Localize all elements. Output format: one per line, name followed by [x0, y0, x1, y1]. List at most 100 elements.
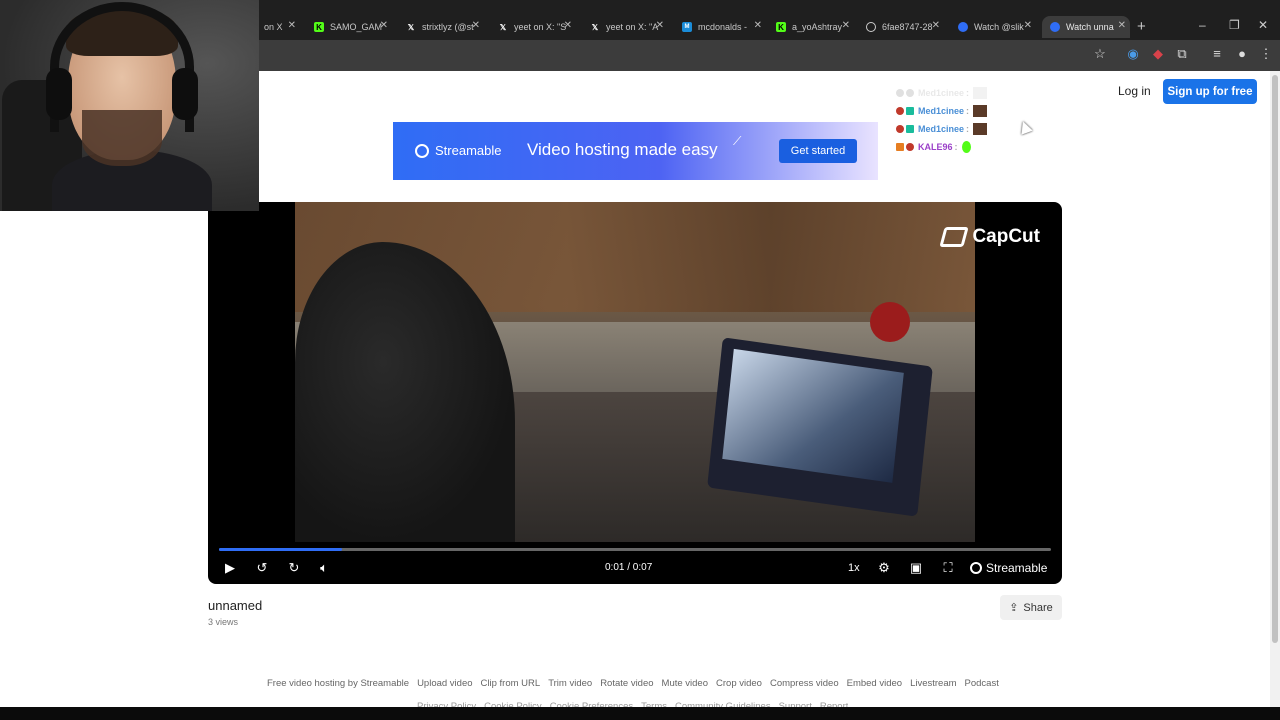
bookmark-star-icon[interactable]: ☆ — [1092, 46, 1108, 62]
video-scene-laptop — [707, 337, 933, 517]
video-frame[interactable] — [295, 202, 975, 542]
close-tab-icon[interactable]: ✕ — [842, 20, 850, 31]
footer-link[interactable]: Compress video — [770, 678, 839, 689]
sparkle-icon: ⟋ — [733, 134, 742, 148]
footer-link[interactable]: Upload video — [417, 678, 472, 689]
badge-icon — [906, 143, 914, 151]
signup-button[interactable]: Sign up for free — [1163, 79, 1257, 104]
footer-link[interactable]: Podcast — [965, 678, 999, 689]
chat-username: Med1cinee — [918, 124, 965, 134]
extension-icon[interactable]: ◆ — [1150, 46, 1166, 62]
picture-in-picture-icon[interactable]: ▣ — [908, 559, 924, 577]
profile-avatar-icon[interactable]: ● — [1234, 46, 1250, 62]
footer-link[interactable]: Embed video — [847, 678, 902, 689]
scrollbar-thumb[interactable] — [1272, 75, 1278, 643]
footer-link[interactable]: Mute video — [662, 678, 708, 689]
footer-link[interactable]: Trim video — [548, 678, 592, 689]
footer-link[interactable]: Livestream — [910, 678, 956, 689]
new-tab-button[interactable]: + — [1137, 18, 1146, 35]
video-title: unnamed — [208, 598, 263, 613]
capcut-label: CapCut — [972, 226, 1040, 247]
chat-separator: : — [966, 106, 970, 116]
browser-tab[interactable]: K a_yoAshtray ✕ — [768, 16, 854, 38]
login-link[interactable]: Log in — [1118, 84, 1151, 98]
browser-tab[interactable]: 6fae8747-28 ✕ — [858, 16, 944, 38]
footer-links: Free video hosting by Streamable Upload … — [267, 678, 999, 689]
emote-icon — [961, 141, 971, 153]
restore-button[interactable]: ❐ — [1229, 18, 1240, 32]
streamable-logo-icon — [970, 562, 982, 574]
media-control-icon[interactable]: ≡ — [1209, 46, 1225, 62]
browser-tab[interactable]: M mcdonalds - ✕ — [674, 16, 766, 38]
forward-icon[interactable]: ↻ — [286, 559, 302, 577]
emote-icon — [973, 123, 988, 135]
close-tab-icon[interactable]: ✕ — [564, 20, 572, 31]
headset-earcup-right — [172, 68, 198, 120]
tab-label: yeet on X: "A — [606, 22, 659, 32]
volume-icon[interactable]: 🔈︎ — [316, 559, 332, 577]
emote-icon — [973, 105, 988, 117]
close-tab-icon[interactable]: ✕ — [380, 20, 388, 31]
chat-message: Med1cinee : — [896, 102, 1006, 120]
x-icon: 𝕏 — [591, 22, 599, 32]
rewind-icon[interactable]: ↺ — [254, 559, 270, 577]
footer-link[interactable]: Crop video — [716, 678, 762, 689]
time-display: 0:01 / 0:07 — [605, 562, 653, 573]
browser-tab[interactable]: 𝕏 yeet on X: "A ✕ — [582, 16, 668, 38]
minimize-button[interactable]: – — [1199, 18, 1206, 32]
video-scene-kettle — [870, 302, 910, 342]
close-tab-icon[interactable]: ✕ — [288, 20, 296, 31]
play-icon[interactable]: ▶ — [222, 559, 238, 577]
close-window-button[interactable]: ✕ — [1258, 18, 1268, 32]
browser-tab[interactable]: 𝕏 yeet on X: "S ✕ — [490, 16, 576, 38]
chat-message: Med1cinee : — [896, 84, 1006, 102]
chat-message: KALE96 : — [896, 138, 1006, 156]
browser-tab[interactable]: on X ✕ — [256, 16, 300, 38]
close-tab-icon[interactable]: ✕ — [932, 20, 940, 31]
chat-username: Med1cinee — [918, 106, 965, 116]
kick-icon: K — [314, 22, 324, 32]
streamable-player-brand[interactable]: Streamable — [970, 561, 1047, 575]
footer-link[interactable]: Rotate video — [600, 678, 653, 689]
screen: on X ✕ K SAMO_GAM ✕ 𝕏 strixtlyz (@st ✕ 𝕏… — [0, 0, 1280, 720]
close-tab-icon[interactable]: ✕ — [472, 20, 480, 31]
ad-banner[interactable]: Streamable Video hosting made easy ⟋ Get… — [393, 122, 878, 180]
tab-label: strixtlyz (@st — [422, 22, 474, 32]
badge-icon — [906, 107, 914, 115]
footer-link[interactable]: Clip from URL — [481, 678, 541, 689]
share-button[interactable]: ⇪ Share — [1000, 595, 1062, 620]
streamable-icon — [1050, 22, 1060, 32]
player-brand-label: Streamable — [986, 561, 1048, 575]
badge-icon — [896, 125, 904, 133]
emote-icon — [973, 87, 988, 99]
x-icon: 𝕏 — [407, 22, 415, 32]
footer-link[interactable]: Free video hosting by Streamable — [267, 678, 409, 689]
extensions-puzzle-icon[interactable]: ⧉ — [1174, 46, 1190, 62]
view-count: 3 views — [208, 617, 239, 627]
settings-gear-icon[interactable]: ⚙ — [876, 559, 892, 577]
globe-icon — [866, 22, 876, 32]
kick-badge-icon: M — [682, 22, 692, 32]
browser-tab[interactable]: 𝕏 strixtlyz (@st ✕ — [398, 16, 484, 38]
progress-bar[interactable] — [219, 548, 1051, 551]
browser-tab[interactable]: Watch @slik ✕ — [950, 16, 1036, 38]
fullscreen-icon[interactable]: ⛶ — [940, 559, 956, 577]
browser-tab[interactable]: K SAMO_GAM ✕ — [306, 16, 392, 38]
tab-label: Watch unna — [1066, 22, 1114, 32]
extension-icon[interactable]: ◉ — [1125, 46, 1141, 62]
video-player[interactable]: CapCut ▶ ↺ ↻ 🔈︎ 0:01 / 0:07 1x ⚙ ▣ ⛶ Str… — [208, 202, 1062, 584]
banner-logo: Streamable — [415, 143, 501, 158]
browser-menu-icon[interactable]: ⋮ — [1258, 46, 1274, 62]
badge-icon — [896, 107, 904, 115]
playback-speed-button[interactable]: 1x — [848, 562, 860, 574]
close-tab-icon[interactable]: ✕ — [754, 20, 762, 31]
close-tab-icon[interactable]: ✕ — [1118, 20, 1126, 31]
browser-tab-active[interactable]: Watch unna ✕ — [1042, 16, 1130, 38]
capcut-logo-icon — [939, 227, 970, 247]
close-tab-icon[interactable]: ✕ — [1024, 20, 1032, 31]
tab-label: a_yoAshtray — [792, 22, 843, 32]
close-tab-icon[interactable]: ✕ — [656, 20, 664, 31]
get-started-button[interactable]: Get started — [779, 139, 857, 163]
progress-fill — [219, 548, 343, 551]
bottom-edge — [0, 707, 1280, 720]
